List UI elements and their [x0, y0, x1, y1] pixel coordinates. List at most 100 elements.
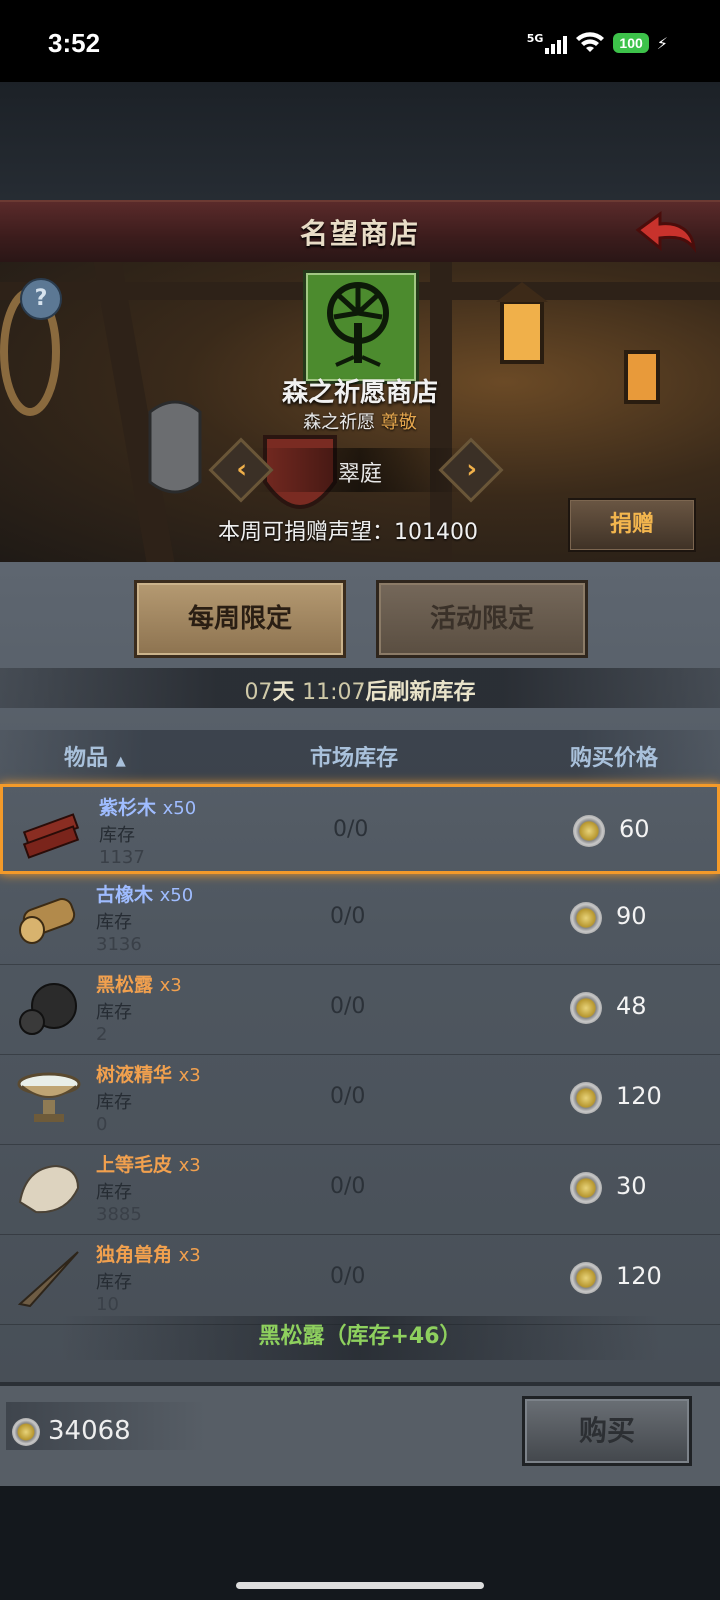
market-stock: 0/0: [330, 1264, 366, 1289]
home-indicator[interactable]: [236, 1582, 484, 1589]
item-price: 48: [616, 992, 647, 1020]
refresh-days: 07: [244, 680, 273, 705]
oak-log-icon: [19, 898, 76, 944]
item-qty: x3: [178, 1155, 201, 1176]
toast-text: （库存+46）: [324, 1324, 462, 1349]
tree-emblem-icon: [327, 282, 389, 367]
refresh-days-unit: 天: [272, 680, 295, 705]
wifi-icon: [576, 32, 605, 52]
region-selector: 翠庭: [252, 448, 468, 492]
refresh-text: 07天 11:07后刷新库存: [0, 674, 720, 706]
item-name-text: 紫杉木: [99, 797, 157, 819]
status-icons: 5G 100 ⚡: [527, 32, 668, 54]
coin-icon: [570, 992, 602, 1024]
faction-rank: 尊敬: [380, 412, 417, 433]
item-price: 60: [619, 815, 650, 843]
item-name: 紫杉木 x50: [99, 793, 196, 820]
market-stock: 0/0: [330, 904, 366, 929]
fur-icon: [18, 1164, 80, 1214]
stock-value: 3885: [96, 1204, 142, 1225]
header-price: 购买价格: [570, 746, 659, 771]
stock-value: 3136: [96, 934, 142, 955]
toast-message: 黑松露（库存+46）: [0, 1318, 720, 1358]
refresh-bar: 07天 11:07后刷新库存: [0, 668, 720, 708]
sort-asc-icon: ▲: [115, 754, 126, 769]
header-market: 市场库存: [310, 746, 399, 771]
tab-event[interactable]: 活动限定: [376, 580, 588, 658]
charging-bolt-icon: ⚡: [656, 33, 668, 53]
item-price: 120: [616, 1082, 662, 1110]
faction-name: 森之祈愿: [303, 412, 376, 433]
table-header: 物品 ▲ 市场库存 购买价格: [0, 730, 720, 782]
battery-indicator: 100: [613, 33, 649, 53]
status-bar: 3:52 5G 100 ⚡: [0, 0, 720, 82]
stock-label: 库存: [99, 825, 135, 846]
item-name-text: 树液精华: [96, 1064, 173, 1086]
title-bar: 名望商店: [0, 200, 720, 264]
coin-icon: [570, 1262, 602, 1294]
item-name: 上等毛皮 x3: [96, 1150, 201, 1177]
chevron-right-icon: ›: [466, 454, 478, 485]
network-type: 5G: [526, 32, 544, 45]
item-qty: x3: [178, 1245, 201, 1266]
sap-bowl-icon: [17, 1072, 81, 1122]
header-item-label: 物品: [64, 746, 109, 771]
item-name: 古橡木 x50: [96, 880, 193, 907]
page-title: 名望商店: [299, 217, 420, 250]
table-row[interactable]: 树液精华 x3 库存 0 0/0 120: [0, 1054, 720, 1145]
coin-icon: [570, 1172, 602, 1204]
stock-value: 10: [96, 1294, 119, 1315]
table-row[interactable]: 黑松露 x3 库存 2 0/0 48: [0, 964, 720, 1055]
stock-label: 库存: [96, 912, 132, 933]
refresh-time: 11:07: [302, 680, 366, 705]
stock-label: 库存: [96, 1002, 132, 1023]
stock-label: 库存: [96, 1092, 132, 1113]
item-qty: x3: [178, 1065, 201, 1086]
market-stock: 0/0: [330, 994, 366, 1019]
item-price: 30: [616, 1172, 647, 1200]
top-background: [0, 82, 720, 200]
help-button[interactable]: ?: [20, 278, 62, 320]
item-price: 90: [616, 902, 647, 930]
item-name-text: 上等毛皮: [96, 1154, 173, 1176]
buy-button[interactable]: 购买: [522, 1396, 692, 1466]
item-name: 黑松露 x3: [96, 970, 182, 997]
unicorn-horn-icon: [17, 1251, 79, 1308]
item-name-text: 黑松露: [96, 974, 154, 996]
refresh-suffix: 后刷新库存: [365, 680, 476, 705]
truffle-icon: [19, 983, 77, 1035]
header-item[interactable]: 物品 ▲: [64, 740, 126, 772]
faction-line: 森之祈愿 尊敬: [0, 408, 720, 434]
coin-icon: [570, 1082, 602, 1114]
chevron-left-icon: ‹: [236, 454, 248, 485]
item-name-text: 古橡木: [96, 884, 154, 906]
donate-label: 本周可捐赠声望：: [218, 520, 395, 545]
donate-button[interactable]: 捐赠: [568, 498, 696, 552]
table-row[interactable]: 紫杉木 x50 库存 1137 0/0 60: [0, 784, 720, 874]
table-row[interactable]: 古橡木 x50 库存 3136 0/0 90: [0, 874, 720, 965]
item-name: 树液精华 x3: [96, 1060, 201, 1087]
coin-icon: [570, 902, 602, 934]
donate-info: 本周可捐赠声望：101400: [218, 514, 478, 546]
currency-amount: 34068: [48, 1416, 131, 1446]
item-qty: x3: [159, 975, 182, 996]
table-row[interactable]: 上等毛皮 x3 库存 3885 0/0 30: [0, 1144, 720, 1235]
market-stock: 0/0: [333, 817, 369, 842]
stock-label: 库存: [96, 1272, 132, 1293]
table-row[interactable]: 独角兽角 x3 库存 10 0/0 120: [0, 1234, 720, 1325]
item-qty: x50: [159, 885, 194, 906]
region-label: 翠庭: [337, 462, 382, 487]
item-name-text: 独角兽角: [96, 1244, 173, 1266]
stock-value: 1137: [99, 847, 145, 868]
yew-wood-icon: [22, 813, 80, 859]
faction-emblem: [303, 270, 419, 384]
item-name: 独角兽角 x3: [96, 1240, 201, 1267]
stock-label: 库存: [96, 1182, 132, 1203]
shop-name: 森之祈愿商店: [281, 378, 438, 408]
donate-value: 101400: [394, 520, 478, 545]
coin-icon: [573, 815, 605, 847]
market-stock: 0/0: [330, 1174, 366, 1199]
tab-weekly[interactable]: 每周限定: [134, 580, 346, 658]
back-arrow-icon[interactable]: [634, 208, 698, 256]
stock-value: 2: [96, 1024, 108, 1045]
